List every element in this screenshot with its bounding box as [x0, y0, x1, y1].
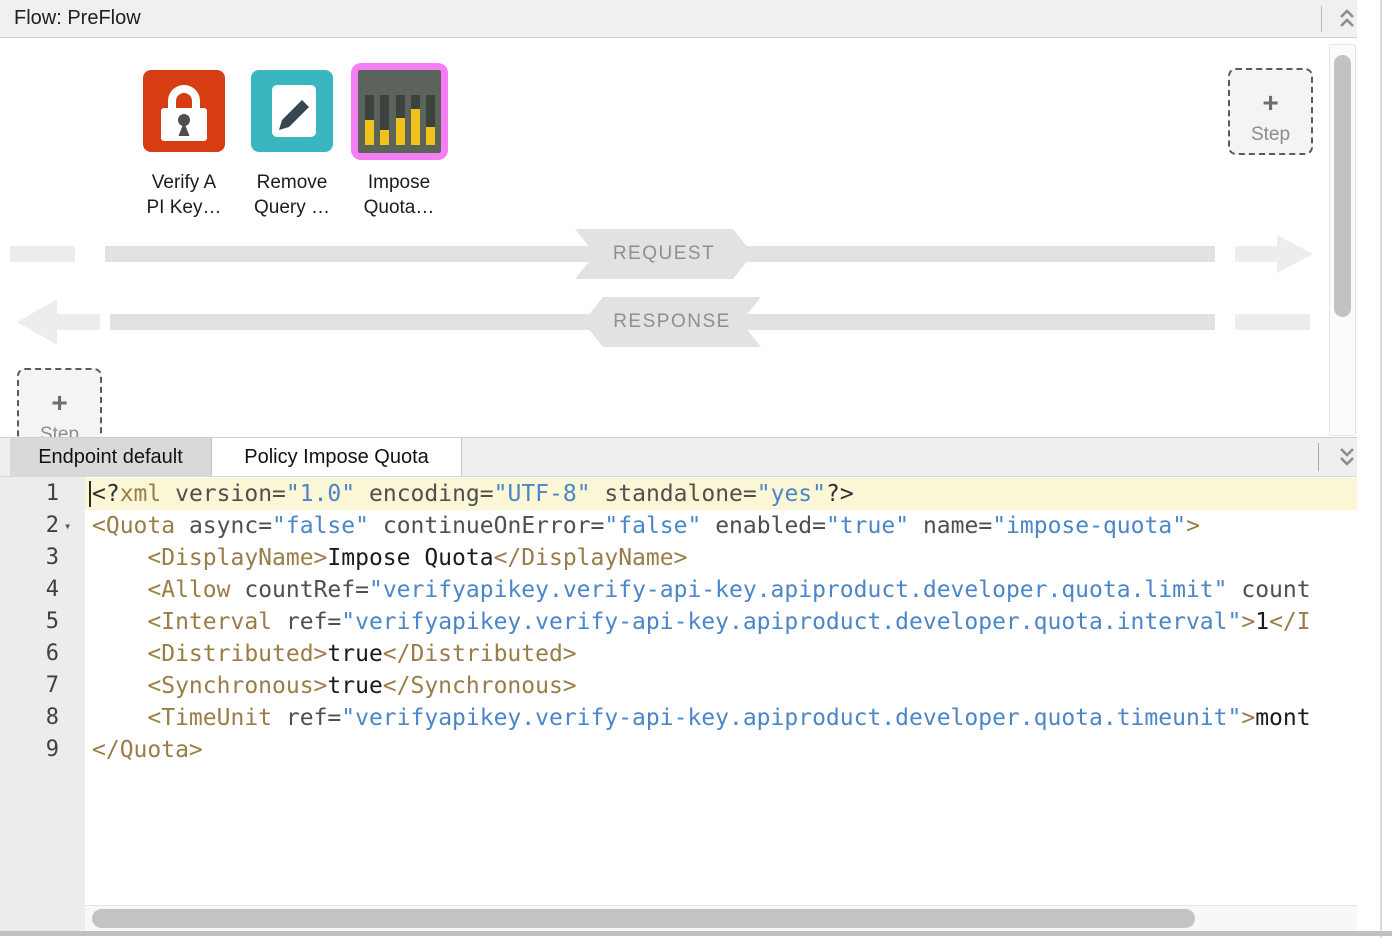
policy-impose-quota-selected[interactable] [351, 63, 448, 160]
response-arrow-left-segment [57, 314, 100, 330]
code-line-7[interactable]: 7 <Synchronous>true</Synchronous> [0, 670, 1357, 702]
line-number: 4 [0, 574, 85, 606]
code-line-3[interactable]: 3 <DisplayName>Impose Quota</DisplayName… [0, 542, 1357, 574]
code-text[interactable]: <Synchronous>true</Synchronous> [85, 670, 1357, 702]
line-number: 3 [0, 542, 85, 574]
collapse-flow-button[interactable] [1330, 5, 1356, 33]
editor-tab-bar: Endpoint default Policy Impose Quota [0, 437, 1357, 477]
chevrons-down-icon [1336, 457, 1358, 472]
response-badge: RESPONSE [583, 297, 761, 347]
policy-label-remove-query: Remove Query … [230, 170, 354, 220]
response-arrow-right-segment [1235, 314, 1310, 330]
code-text[interactable]: <TimeUnit ref="verifyapikey.verify-api-k… [85, 702, 1357, 734]
apigee-flow-editor: Flow: PreFlow [0, 0, 1392, 938]
line-number: 7 [0, 670, 85, 702]
code-line-6[interactable]: 6 <Distributed>true</Distributed> [0, 638, 1357, 670]
request-arrow-right-segment [1235, 246, 1277, 262]
lock-icon [143, 139, 225, 156]
window-right-edge [1380, 0, 1382, 938]
code-text[interactable]: <Allow countRef="verifyapikey.verify-api… [85, 574, 1357, 606]
add-step-button-response[interactable]: + Step [1228, 68, 1313, 155]
editor-horizontal-scrollbar-thumb[interactable] [92, 909, 1195, 928]
window-bottom-edge [0, 931, 1392, 936]
code-line-5[interactable]: 5 <Interval ref="verifyapikey.verify-api… [0, 606, 1357, 638]
request-badge: REQUEST [575, 229, 753, 279]
flow-title: Flow: PreFlow [14, 7, 141, 30]
code-line-8[interactable]: 8 <TimeUnit ref="verifyapikey.verify-api… [0, 702, 1357, 734]
chevrons-up-icon [1336, 20, 1357, 35]
line-number: 2▾ [0, 510, 85, 542]
line-number: 1 [0, 478, 85, 510]
code-line-4[interactable]: 4 <Allow countRef="verifyapikey.verify-a… [0, 574, 1357, 606]
tab-policy-impose-quota[interactable]: Policy Impose Quota [212, 438, 462, 476]
divider [1318, 443, 1319, 471]
code-editor[interactable]: 1<?xml version="1.0" encoding="UTF-8" st… [0, 477, 1357, 938]
editor-horizontal-scrollbar-track[interactable] [85, 905, 1357, 931]
line-number: 8 [0, 702, 85, 734]
policy-remove-query[interactable] [251, 70, 333, 152]
fold-toggle-icon[interactable]: ▾ [64, 510, 85, 542]
code-text[interactable]: <?xml version="1.0" encoding="UTF-8" sta… [85, 478, 1357, 510]
code-text[interactable]: <Distributed>true</Distributed> [85, 638, 1357, 670]
tab-endpoint-default[interactable]: Endpoint default [10, 438, 212, 476]
plus-icon: + [1230, 88, 1311, 118]
code-line-1[interactable]: 1<?xml version="1.0" encoding="UTF-8" st… [0, 478, 1357, 510]
flow-vertical-scrollbar-thumb[interactable] [1334, 55, 1351, 317]
collapse-editor-button[interactable] [1330, 442, 1356, 470]
line-number: 5 [0, 606, 85, 638]
code-line-2[interactable]: 2▾<Quota async="false" continueOnError="… [0, 510, 1357, 542]
response-arrowhead-left [17, 299, 57, 345]
code-line-9[interactable]: 9</Quota> [0, 734, 1357, 766]
request-arrow-left-segment [10, 246, 75, 262]
line-number: 6 [0, 638, 85, 670]
line-number: 9 [0, 734, 85, 766]
policy-label-verify-api-key: Verify A PI Key… [122, 170, 246, 220]
flow-vertical-scrollbar-track[interactable] [1329, 44, 1356, 436]
code-text[interactable]: <DisplayName>Impose Quota</DisplayName> [85, 542, 1357, 574]
plus-icon: + [19, 388, 100, 418]
code-text[interactable]: </Quota> [85, 734, 1357, 766]
divider [1321, 6, 1322, 32]
bar-chart-icon [358, 70, 441, 153]
code-lines[interactable]: 1<?xml version="1.0" encoding="UTF-8" st… [0, 478, 1357, 766]
text-cursor [89, 481, 91, 507]
policy-verify-api-key[interactable] [143, 70, 225, 152]
request-arrowhead-right [1277, 235, 1313, 273]
flow-header: Flow: PreFlow [0, 0, 1357, 38]
code-text[interactable]: <Quota async="false" continueOnError="fa… [85, 510, 1357, 542]
flow-panel: Flow: PreFlow [0, 0, 1357, 437]
add-step-button-request[interactable]: + Step [17, 368, 102, 437]
policy-label-impose-quota: Impose Quota… [337, 170, 461, 220]
code-text[interactable]: <Interval ref="verifyapikey.verify-api-k… [85, 606, 1357, 638]
pencil-icon [251, 139, 333, 156]
